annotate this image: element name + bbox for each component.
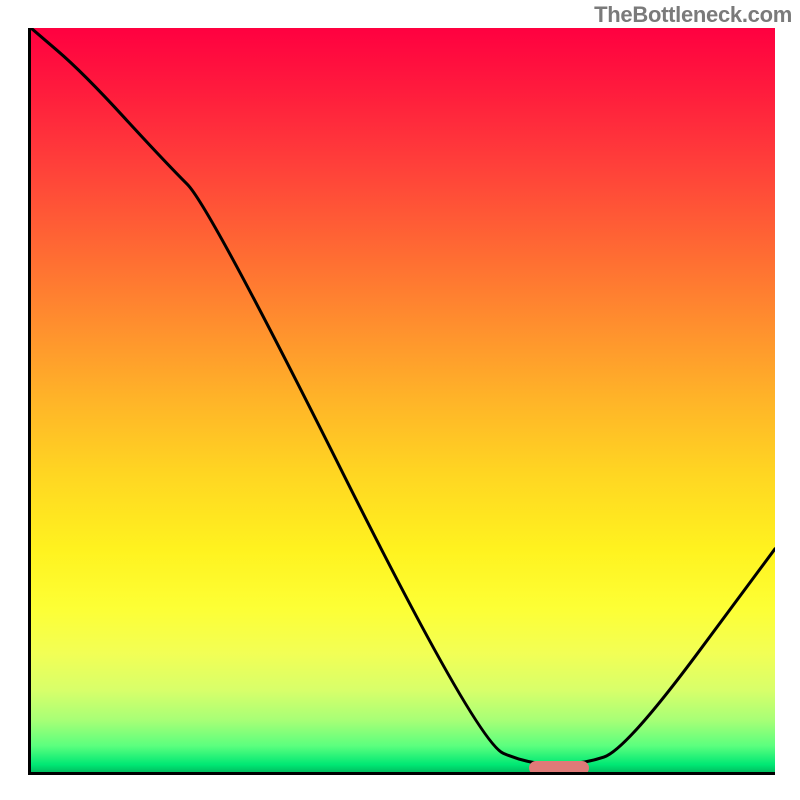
- optimal-range-marker: [529, 761, 589, 775]
- gradient-background: [31, 28, 775, 772]
- watermark-text: TheBottleneck.com: [594, 2, 792, 28]
- plot-area: [28, 28, 775, 775]
- chart-canvas: TheBottleneck.com: [0, 0, 800, 800]
